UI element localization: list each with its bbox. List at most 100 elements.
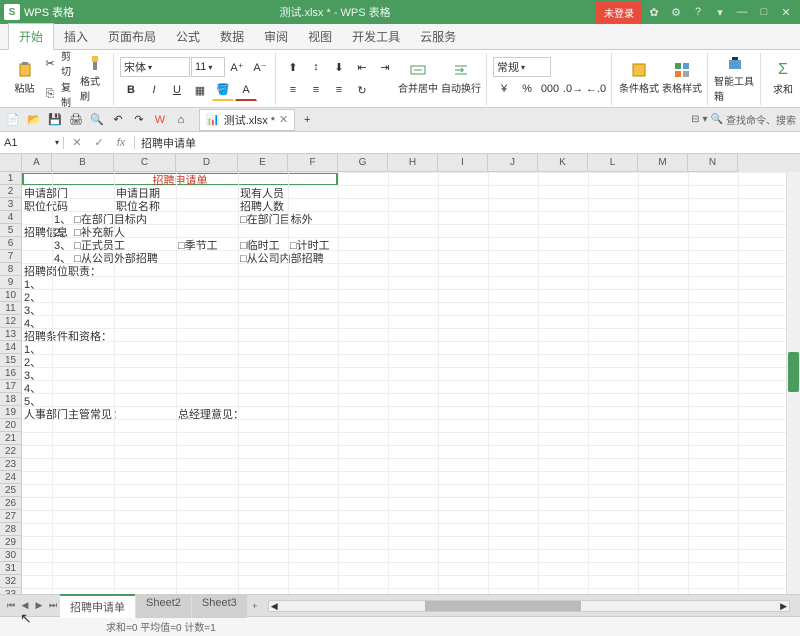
format-painter-button[interactable]: 格式刷: [80, 54, 109, 104]
row-header-16[interactable]: 16: [0, 367, 22, 380]
print-preview-icon[interactable]: 🔍: [88, 111, 106, 129]
row-header-31[interactable]: 31: [0, 562, 22, 575]
merge-center-button[interactable]: 合并居中: [397, 54, 439, 104]
maximize-icon[interactable]: □: [754, 2, 774, 22]
row-header-2[interactable]: 2: [0, 185, 22, 198]
row-header-12[interactable]: 12: [0, 315, 22, 328]
row-header-33[interactable]: 33: [0, 588, 22, 594]
row-header-15[interactable]: 15: [0, 354, 22, 367]
sum-button[interactable]: Σ 求和: [767, 54, 799, 104]
align-bottom-icon[interactable]: ⬇: [328, 56, 350, 78]
row-header-18[interactable]: 18: [0, 393, 22, 406]
open-file-icon[interactable]: 📂: [25, 111, 43, 129]
cells-area[interactable]: 招聘申请单申请部门申请日期现有人员职位代码职位名称招聘人数1、 □在部门目标内□…: [22, 172, 800, 594]
down-arrow-icon[interactable]: ▾: [703, 114, 708, 125]
document-tab[interactable]: 📊 测试.xlsx * ✕: [199, 109, 295, 131]
indent-increase-icon[interactable]: ⇥: [374, 56, 396, 78]
row-header-9[interactable]: 9: [0, 276, 22, 289]
collapse-ribbon-icon[interactable]: ⊟: [691, 114, 699, 125]
col-header-M[interactable]: M: [638, 154, 688, 172]
col-header-C[interactable]: C: [114, 154, 176, 172]
add-sheet-icon[interactable]: +: [248, 601, 262, 611]
sheet-tab-0[interactable]: 招聘申请单: [60, 594, 135, 618]
menu-item-3[interactable]: 公式: [166, 24, 210, 49]
cell-styles-button[interactable]: 表格样式: [661, 54, 703, 104]
underline-button[interactable]: U: [166, 79, 188, 101]
row-header-3[interactable]: 3: [0, 198, 22, 211]
menu-item-1[interactable]: 插入: [54, 24, 98, 49]
wps-logo-icon[interactable]: W: [151, 111, 169, 129]
col-header-B[interactable]: B: [52, 154, 114, 172]
fill-color-button[interactable]: 🪣: [212, 79, 234, 101]
row-header-32[interactable]: 32: [0, 575, 22, 588]
redo-icon[interactable]: ↷: [130, 111, 148, 129]
cell-r19-c3[interactable]: 总经理意见：: [176, 406, 246, 422]
orientation-icon[interactable]: ↻: [351, 79, 373, 101]
decrease-decimal-icon[interactable]: ←.0: [585, 78, 607, 100]
align-right-icon[interactable]: ≡: [328, 79, 350, 101]
col-header-L[interactable]: L: [588, 154, 638, 172]
increase-decimal-icon[interactable]: .0→: [562, 78, 584, 100]
increase-font-icon[interactable]: A⁺: [226, 56, 248, 78]
col-header-N[interactable]: N: [688, 154, 738, 172]
row-header-11[interactable]: 11: [0, 302, 22, 315]
close-icon[interactable]: ✕: [776, 2, 796, 22]
add-tab-icon[interactable]: +: [298, 111, 316, 129]
border-button[interactable]: ▦: [189, 79, 211, 101]
col-header-F[interactable]: F: [288, 154, 338, 172]
col-header-D[interactable]: D: [176, 154, 238, 172]
row-header-10[interactable]: 10: [0, 289, 22, 302]
cell-r7-c4[interactable]: □从公司内部招聘: [238, 250, 326, 266]
wrap-text-button[interactable]: 自动换行: [440, 54, 482, 104]
bold-button[interactable]: B: [120, 79, 142, 101]
align-center-icon[interactable]: ≡: [305, 79, 327, 101]
login-button[interactable]: 未登录: [596, 2, 642, 23]
font-name-combo[interactable]: 宋体▾: [120, 57, 190, 77]
row-header-26[interactable]: 26: [0, 497, 22, 510]
vertical-scrollbar[interactable]: [786, 172, 800, 594]
row-header-27[interactable]: 27: [0, 510, 22, 523]
currency-icon[interactable]: ¥: [493, 78, 515, 100]
menu-item-6[interactable]: 视图: [298, 24, 342, 49]
menu-item-4[interactable]: 数据: [210, 24, 254, 49]
paste-button[interactable]: 粘贴: [10, 54, 39, 104]
row-header-28[interactable]: 28: [0, 523, 22, 536]
col-header-G[interactable]: G: [338, 154, 388, 172]
vertical-scroll-thumb[interactable]: [788, 352, 799, 392]
percent-icon[interactable]: %: [516, 78, 538, 100]
home-icon[interactable]: ⌂: [172, 111, 190, 129]
sheet-nav-prev-icon[interactable]: ◀: [18, 600, 32, 611]
align-middle-icon[interactable]: ↕: [305, 56, 327, 78]
col-header-H[interactable]: H: [388, 154, 438, 172]
conditional-format-button[interactable]: 条件格式: [618, 54, 660, 104]
decrease-font-icon[interactable]: A⁻: [249, 56, 271, 78]
menu-item-2[interactable]: 页面布局: [98, 24, 166, 49]
fx-icon[interactable]: fx: [110, 136, 132, 149]
cancel-formula-icon[interactable]: ✕: [66, 136, 88, 149]
row-header-30[interactable]: 30: [0, 549, 22, 562]
sheet-tab-1[interactable]: Sheet2: [136, 594, 191, 618]
col-header-J[interactable]: J: [488, 154, 538, 172]
copy-button[interactable]: ⎘: [40, 83, 60, 105]
horizontal-scroll-thumb[interactable]: [425, 601, 581, 611]
spreadsheet-grid[interactable]: ABCDEFGHIJKLMN 1234567891011121314151617…: [0, 154, 800, 594]
col-header-E[interactable]: E: [238, 154, 288, 172]
comma-icon[interactable]: 000: [539, 78, 561, 100]
sheet-nav-first-icon[interactable]: ⏮: [4, 600, 18, 611]
row-header-4[interactable]: 4: [0, 211, 22, 224]
row-header-13[interactable]: 13: [0, 328, 22, 341]
row-header-5[interactable]: 5: [0, 224, 22, 237]
row-header-7[interactable]: 7: [0, 250, 22, 263]
cell-r4-c4[interactable]: □在部门目标外: [238, 211, 315, 227]
row-header-23[interactable]: 23: [0, 458, 22, 471]
sheet-tab-2[interactable]: Sheet3: [192, 594, 247, 618]
accept-formula-icon[interactable]: ✓: [88, 136, 110, 149]
indent-decrease-icon[interactable]: ⇤: [351, 56, 373, 78]
align-top-icon[interactable]: ⬆: [282, 56, 304, 78]
row-header-21[interactable]: 21: [0, 432, 22, 445]
help-icon[interactable]: ?: [688, 2, 708, 22]
select-all-corner[interactable]: [0, 154, 22, 172]
row-headers[interactable]: 1234567891011121314151617181920212223242…: [0, 172, 22, 594]
row-header-29[interactable]: 29: [0, 536, 22, 549]
undo-icon[interactable]: ↶: [109, 111, 127, 129]
